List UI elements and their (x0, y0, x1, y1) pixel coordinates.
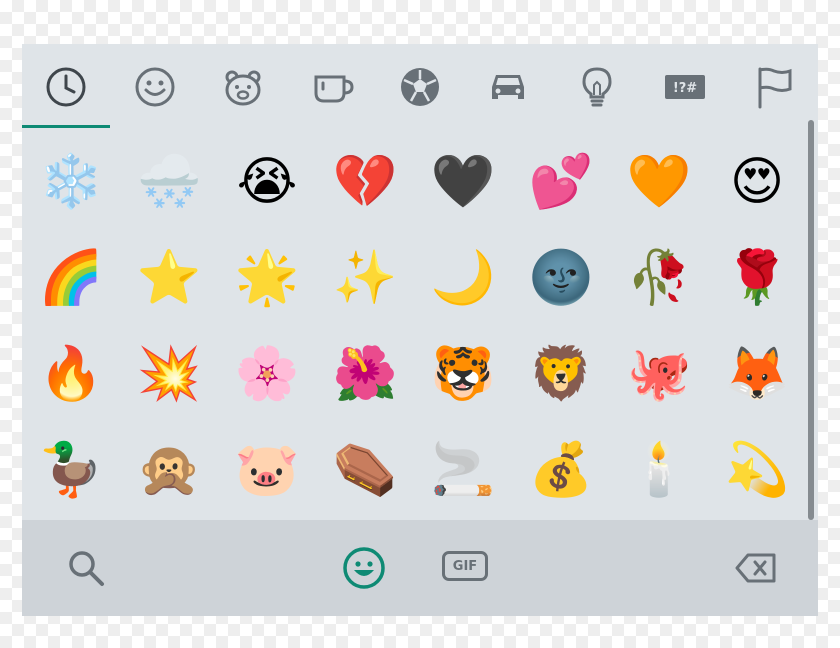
emoji-key[interactable]: 🥀 (610, 230, 708, 326)
emoji-key[interactable]: 🦊 (708, 326, 806, 422)
emoji-key[interactable]: 🖤 (414, 134, 512, 230)
emoji-key[interactable]: 💔 (316, 134, 414, 230)
tab-flags[interactable] (730, 44, 818, 130)
lightbulb-icon (582, 67, 612, 107)
keyboard-bottom-bar: GIF (22, 520, 818, 616)
emoji-keyboard-panel: !?# ❄️ 🌨️ 😭 💔 🖤 💕 🧡 😍 🌈 ⭐ 🌟 ✨ 🌙 🌚 🥀 🌹 🔥 💥 🌸 🌺 🐯 🦁 🐙 🦊 🦆 🙊 🐷 ⚰️ 🚬 💰 🕯️ 💫 (22, 44, 818, 616)
bear-icon (225, 70, 261, 106)
emoji-mode-button[interactable] (340, 544, 388, 592)
search-button[interactable] (62, 544, 110, 592)
scrollbar[interactable] (808, 120, 814, 520)
emoji-key[interactable]: ✨ (316, 230, 414, 326)
emoji-key[interactable]: 😍 (708, 134, 806, 230)
emoji-key[interactable]: 🌈 (22, 230, 120, 326)
emoji-key[interactable]: 😭 (218, 134, 316, 230)
emoji-key[interactable]: 🔥 (22, 326, 120, 422)
car-icon (492, 75, 525, 99)
symbols-icon: !?# (665, 75, 706, 99)
emoji-key[interactable]: 🙊 (120, 422, 218, 518)
emoji-key[interactable]: 💫 (708, 422, 806, 518)
emoji-key[interactable]: 🐯 (414, 326, 512, 422)
emoji-key[interactable]: 🐙 (610, 326, 708, 422)
tab-activities[interactable] (376, 44, 464, 130)
emoji-key[interactable]: 💥 (120, 326, 218, 422)
backspace-icon (735, 553, 776, 583)
tab-symbols[interactable]: !?# (641, 44, 729, 130)
emoji-key[interactable]: ⚰️ (316, 422, 414, 518)
search-icon (69, 551, 104, 586)
emoji-key[interactable]: 🦁 (512, 326, 610, 422)
gif-label: GIF (452, 558, 478, 574)
emoji-key[interactable]: ⭐ (120, 230, 218, 326)
emoji-key[interactable]: 🌸 (218, 326, 316, 422)
emoji-key[interactable]: ❄️ (22, 134, 120, 230)
tab-recent[interactable] (22, 44, 111, 130)
emoji-key[interactable]: 🌨️ (120, 134, 218, 230)
cup-icon (314, 75, 354, 103)
emoji-key[interactable]: 🕯️ (610, 422, 708, 518)
emoji-grid: ❄️ 🌨️ 😭 💔 🖤 💕 🧡 😍 🌈 ⭐ 🌟 ✨ 🌙 🌚 🥀 🌹 🔥 💥 🌸 🌺 🐯 🦁 🐙 🦊 🦆 🙊 🐷 ⚰️ 🚬 💰 🕯️ 💫 (22, 134, 806, 518)
emoji-key[interactable]: 🌹 (708, 230, 806, 326)
gif-button[interactable]: GIF (442, 551, 488, 581)
emoji-key[interactable]: 🦆 (22, 422, 120, 518)
soccer-ball-icon (400, 68, 439, 106)
tab-travel[interactable] (464, 44, 552, 130)
emoji-key[interactable]: 🧡 (610, 134, 708, 230)
svg-text:!?#: !?# (673, 81, 697, 96)
tab-animals[interactable] (199, 44, 287, 130)
emoji-key[interactable]: 🌚 (512, 230, 610, 326)
emoji-key[interactable]: 💕 (512, 134, 610, 230)
smiley-icon (343, 547, 385, 589)
emoji-key[interactable]: 🌟 (218, 230, 316, 326)
clock-icon (46, 67, 86, 107)
emoji-key[interactable]: 🌺 (316, 326, 414, 422)
emoji-key[interactable]: 🐷 (218, 422, 316, 518)
tab-food[interactable] (287, 44, 375, 130)
tab-smileys[interactable] (110, 44, 198, 130)
flag-icon (758, 67, 792, 109)
smiley-icon (135, 67, 175, 107)
emoji-key[interactable]: 💰 (512, 422, 610, 518)
emoji-key[interactable]: 🚬 (414, 422, 512, 518)
backspace-button[interactable] (732, 544, 780, 592)
tab-objects[interactable] (553, 44, 641, 130)
emoji-category-bar: !?# (22, 44, 818, 130)
emoji-key[interactable]: 🌙 (414, 230, 512, 326)
